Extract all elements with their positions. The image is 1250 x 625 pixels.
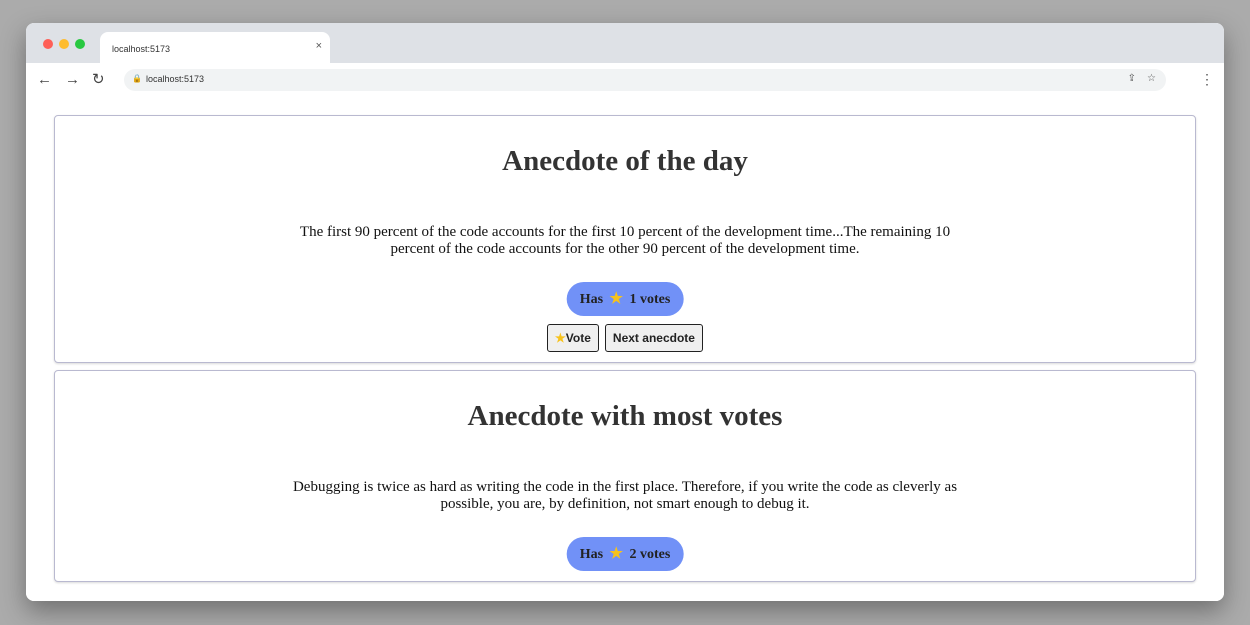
tab-bar: localhost:5173 × [26, 23, 1224, 63]
url-text[interactable]: localhost:5173 [146, 74, 204, 84]
most-votes-card: Anecdote with most votes Debugging is tw… [54, 370, 1196, 582]
address-bar[interactable]: 🔒 localhost:5173 ⇪ ☆ [124, 69, 1166, 91]
minimize-window-button[interactable] [59, 39, 69, 49]
anecdote-text: The first 90 percent of the code account… [299, 224, 951, 257]
votes-badge: Has ★ 1 votes [566, 282, 684, 316]
browser-window: localhost:5173 × ← → ↻ 🔒 localhost:5173 … [26, 23, 1224, 601]
votes-count: 2 votes [629, 547, 671, 562]
tab-close-icon[interactable]: × [316, 40, 322, 52]
votes-badge: Has ★ 2 votes [566, 537, 684, 571]
vote-button[interactable]: ★Vote [547, 324, 599, 352]
votes-prefix: Has [579, 547, 604, 562]
most-votes-text: Debugging is twice as hard as writing th… [292, 479, 958, 512]
lock-icon[interactable]: 🔒 [132, 74, 142, 83]
action-buttons: ★Vote Next anecdote [55, 324, 1195, 352]
next-anecdote-button[interactable]: Next anecdote [604, 324, 703, 352]
tab-title: localhost:5173 [112, 44, 171, 54]
close-window-button[interactable] [43, 39, 53, 49]
anecdote-of-the-day-card: Anecdote of the day The first 90 percent… [54, 115, 1196, 363]
browser-tab[interactable]: localhost:5173 × [100, 32, 330, 63]
page-content: Anecdote of the day The first 90 percent… [26, 99, 1224, 601]
vote-button-label: Vote [565, 331, 591, 345]
forward-arrow-icon[interactable]: → [65, 72, 80, 87]
share-icon[interactable]: ⇪ [1128, 73, 1136, 84]
reload-icon[interactable]: ↻ [92, 72, 105, 87]
browser-toolbar: ← → ↻ 🔒 localhost:5173 ⇪ ☆ ⋮ [26, 63, 1224, 99]
votes-count: 1 votes [629, 292, 671, 307]
maximize-window-button[interactable] [75, 39, 85, 49]
most-votes-heading: Anecdote with most votes [467, 400, 783, 432]
menu-dots-icon[interactable]: ⋮ [1200, 71, 1214, 88]
star-icon: ★ [609, 546, 623, 562]
star-icon: ★ [555, 331, 566, 345]
votes-prefix: Has [579, 292, 604, 307]
anecdote-of-the-day-heading: Anecdote of the day [502, 145, 748, 177]
star-icon: ★ [609, 291, 623, 307]
back-arrow-icon[interactable]: ← [37, 72, 52, 87]
bookmark-star-icon[interactable]: ☆ [1147, 73, 1156, 84]
